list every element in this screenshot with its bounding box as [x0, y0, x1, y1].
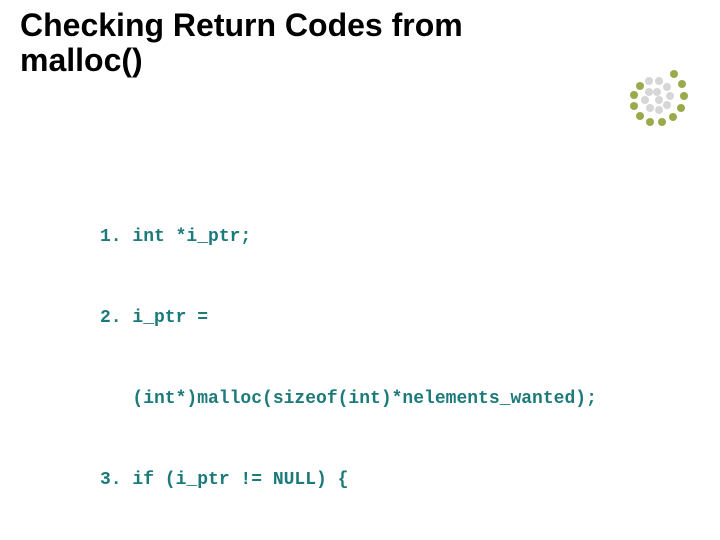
slide-title: Checking Return Codes from malloc() [20, 8, 580, 78]
line-number: 1. [100, 224, 122, 251]
code-text: (int*)malloc(sizeof(int)*nelements_wante… [132, 389, 596, 409]
code-line-2: 2. i_ptr = [100, 305, 660, 332]
code-line-2b: (int*)malloc(sizeof(int)*nelements_wante… [100, 386, 660, 413]
dot-spiral-icon [612, 60, 692, 140]
code-text: if (i_ptr != NULL) { [132, 470, 348, 490]
code-text: i_ptr = [132, 308, 208, 328]
line-number: 2. [100, 305, 122, 332]
corner-decoration [612, 60, 692, 140]
code-listing: 1. int *i_ptr; 2. i_ptr = (int*)malloc(s… [100, 170, 660, 540]
code-line-3: 3. if (i_ptr != NULL) { [100, 467, 660, 494]
code-line-1: 1. int *i_ptr; [100, 224, 660, 251]
line-number: 3. [100, 467, 122, 494]
code-text: int *i_ptr; [132, 227, 251, 247]
slide: Checking Return Codes from malloc() [0, 0, 720, 540]
